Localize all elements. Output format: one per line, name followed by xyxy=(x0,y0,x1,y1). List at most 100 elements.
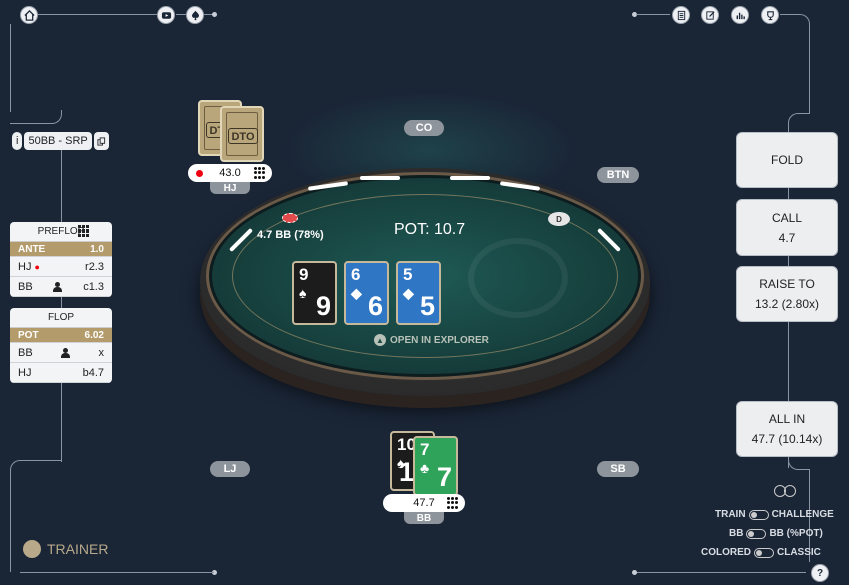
card-rank: 5 xyxy=(403,265,413,284)
colored-label: COLORED xyxy=(701,547,751,558)
pot-value: 6.02 xyxy=(84,329,104,341)
frame-bottom-left xyxy=(20,572,214,573)
raise-button[interactable]: RAISE TO 13.2 (2.80x) xyxy=(736,266,838,322)
bet-chip-icon xyxy=(282,213,298,223)
trainer-logo: TRAINER xyxy=(23,540,108,558)
card-back-logo: DTO xyxy=(228,128,258,144)
frame-bottom-right xyxy=(636,572,806,573)
call-value: 4.7 xyxy=(778,230,796,245)
all-in-button[interactable]: ALL IN 47.7 (10.14x) xyxy=(736,401,838,457)
history-action: c1.3 xyxy=(83,280,104,293)
villain-stack-value: 43.0 xyxy=(219,167,241,179)
help-button[interactable]: ? xyxy=(811,564,829,582)
seat-co: CO xyxy=(404,120,444,136)
frame-top-right-2 xyxy=(780,14,810,24)
range-grid-icon[interactable] xyxy=(447,497,459,509)
bb-mode-toggle[interactable]: BB BB (%POT) xyxy=(729,528,823,539)
toggle-switch[interactable] xyxy=(748,509,769,520)
call-label: CALL xyxy=(771,210,803,225)
frame-left-mid xyxy=(61,150,62,462)
allin-value: 47.7 (10.14x) xyxy=(751,432,823,446)
call-button[interactable]: CALL 4.7 xyxy=(736,199,838,256)
pot-text: POT: 10.7 xyxy=(394,221,466,238)
info-button[interactable]: i xyxy=(12,132,23,150)
history-row: HJ b4.7 xyxy=(10,363,112,383)
toggle-switch[interactable] xyxy=(754,547,774,558)
history-row: HJ ● r2.3 xyxy=(10,257,112,277)
history-action: r2.3 xyxy=(85,260,104,273)
card-rank: 7 xyxy=(436,462,452,492)
toggle-switch[interactable] xyxy=(746,528,767,539)
notes-icon[interactable] xyxy=(672,6,690,24)
seat-sb: SB xyxy=(597,461,639,477)
hero-person-icon xyxy=(53,281,63,292)
card-rank: 9 xyxy=(315,291,331,321)
trainer-label: TRAINER xyxy=(47,541,109,557)
fold-label: FOLD xyxy=(770,153,803,167)
classic-label: CLASSIC xyxy=(777,547,821,558)
fold-button[interactable]: FOLD xyxy=(736,132,838,188)
bb-pot-label: BB (%POT) xyxy=(769,528,823,539)
pot-label: POT xyxy=(18,329,39,341)
card-suit-icon: ◆ xyxy=(351,285,362,301)
trainer-icon xyxy=(23,540,41,558)
preflop-history: PREFLOP ANTE 1.0 HJ ● r2.3 BB c1.3 xyxy=(10,222,112,297)
playing-card: 6 ◆ 6 xyxy=(344,261,389,325)
hero-stack-value: 47.7 xyxy=(413,497,435,509)
arrow-up-icon: ▲ xyxy=(374,334,386,346)
frame-right-top xyxy=(809,24,810,114)
frame-left-notch-top xyxy=(10,110,62,124)
villain-position: HJ xyxy=(210,182,250,194)
frame-left-bottom xyxy=(10,470,11,572)
edit-icon[interactable] xyxy=(701,6,719,24)
card-suit-icon: ♣ xyxy=(420,460,430,476)
flop-history: FLOP POT 6.02 BB x HJ b4.7 xyxy=(10,308,112,383)
cards-settings-icon[interactable] xyxy=(773,484,797,498)
train-mode-toggle[interactable]: TRAIN CHALLENGE xyxy=(715,509,834,520)
open-in-explorer-link[interactable]: ▲ OPEN IN EXPLORER xyxy=(374,334,489,346)
frame-right-notch2 xyxy=(788,458,810,470)
spade-icon[interactable] xyxy=(186,6,204,24)
range-grid-icon[interactable] xyxy=(254,167,266,179)
video-icon[interactable] xyxy=(157,6,175,24)
playing-card: 7 ♣ 7 xyxy=(413,436,458,496)
chart-icon[interactable] xyxy=(731,6,749,24)
spot-label[interactable]: 50BB - SRP xyxy=(24,132,92,150)
playing-card: 5 ◆ 5 xyxy=(396,261,441,325)
playing-card: 9 ♠ 9 xyxy=(292,261,337,325)
dealer-button: D xyxy=(548,212,570,226)
history-player: BB xyxy=(18,346,33,359)
spot-selector[interactable]: i 50BB - SRP xyxy=(12,132,109,150)
card-rank: 9 xyxy=(299,265,309,284)
copy-icon[interactable] xyxy=(93,132,109,150)
ante-label: ANTE xyxy=(18,243,46,255)
home-icon[interactable] xyxy=(20,6,38,24)
history-action: b4.7 xyxy=(82,366,104,379)
active-dot: ● xyxy=(34,261,40,272)
allin-label: ALL IN xyxy=(768,412,806,426)
frame-dot xyxy=(632,570,637,575)
history-row: BB c1.3 xyxy=(10,277,112,297)
frame-top-left-mid xyxy=(176,14,186,15)
frame-top-left xyxy=(37,14,157,15)
frame-left-notch xyxy=(10,460,62,472)
bb-label: BB xyxy=(729,528,744,539)
hero-person-icon xyxy=(61,347,71,358)
color-mode-toggle[interactable]: COLORED CLASSIC xyxy=(701,547,821,558)
seat-lj: LJ xyxy=(210,461,250,477)
raise-value: 13.2 (2.80x) xyxy=(754,297,820,311)
hero-position: BB xyxy=(404,512,444,524)
trophy-icon[interactable] xyxy=(761,6,779,24)
frame-right-notch xyxy=(788,113,810,123)
flop-title: FLOP xyxy=(47,312,75,323)
villain-bet: 4.7 BB (78%) xyxy=(257,229,324,241)
villain-card-back: DTO xyxy=(220,106,264,162)
history-action: x xyxy=(98,346,105,359)
history-row: BB x xyxy=(10,343,112,363)
villain-stack: 43.0 xyxy=(188,164,272,182)
rail-light xyxy=(450,176,490,180)
raise-label: RAISE TO xyxy=(759,277,815,291)
frame-top-right xyxy=(636,14,670,15)
frame-left-top xyxy=(10,24,11,112)
history-player: HJ xyxy=(18,260,32,273)
